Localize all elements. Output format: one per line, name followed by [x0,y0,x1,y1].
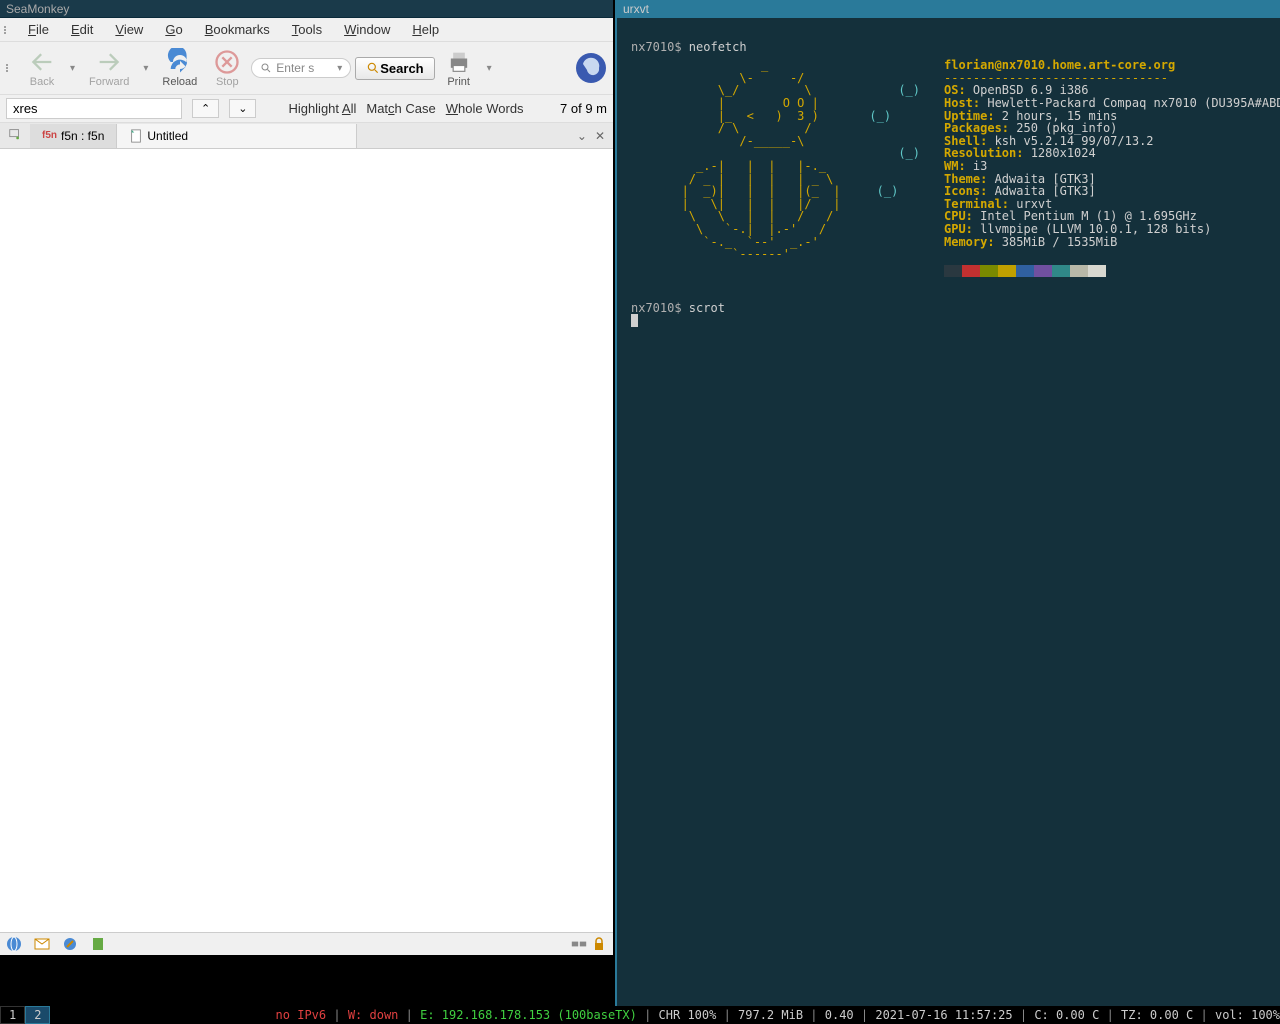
menu-bookmarks[interactable]: Bookmarks [195,20,280,39]
mail-icon[interactable] [34,936,50,952]
stop-label: Stop [216,76,239,88]
back-dropdown[interactable]: ▾ [66,63,79,74]
stop-button[interactable]: Stop [207,46,247,90]
window-title: SeaMonkey [0,0,613,18]
reload-button[interactable]: Reload [156,46,203,90]
reload-icon [166,48,194,76]
command: scrot [689,301,725,315]
find-prev[interactable]: ⌃ [192,99,219,118]
toolbar: Back ▾ Forward ▾ Reload Stop Enter s ▾ S… [0,42,613,95]
menu-view[interactable]: View [105,20,153,39]
print-icon [445,48,473,76]
i3bar: 1 2 no IPv6 | W: down | E: 192.168.178.1… [0,1006,1280,1024]
search-icon [260,62,272,74]
find-next[interactable]: ⌄ [229,99,256,118]
workspace-1[interactable]: 1 [0,1006,25,1024]
search-icon [366,61,380,75]
tab-label: Untitled [147,129,188,143]
prompt: nx7010$ [631,301,689,315]
plug-icon [571,936,587,952]
findbar: ⌃ ⌄ Highlight All Match Case Whole Words… [0,95,613,123]
match-case[interactable]: Match Case [366,101,435,116]
addressbook-icon[interactable] [90,936,106,952]
print-label: Print [447,76,470,88]
grip-handle[interactable] [6,64,14,72]
tab-untitled[interactable]: Untitled [117,124,357,148]
forward-button[interactable]: Forward [83,46,135,90]
forward-icon [95,48,123,76]
back-button[interactable]: Back [22,46,62,90]
forward-label: Forward [89,76,129,88]
workspace-2[interactable]: 2 [25,1006,50,1024]
prompt: nx7010$ [631,40,689,54]
f5n-favicon: f5n [42,130,57,141]
tab-close[interactable]: ✕ [595,129,605,143]
menu-file[interactable]: File [18,20,59,39]
menu-edit[interactable]: Edit [61,20,103,39]
url-placeholder: Enter s [276,61,314,75]
composer-icon[interactable] [62,936,78,952]
urxvt-window: urxvt nx7010$ neofetch _ \- -/ \_/ \ (_)… [615,0,1280,1006]
print-button[interactable]: Print [439,46,479,90]
whole-words[interactable]: Whole Words [446,101,524,116]
back-icon [28,48,56,76]
window-title: urxvt [617,0,1280,18]
print-dropdown[interactable]: ▾ [483,63,496,74]
menu-help[interactable]: Help [402,20,449,39]
search-label: Search [380,61,423,76]
tab-label: f5n : f5n [61,129,104,143]
lock-icon [591,936,607,952]
stop-icon [213,48,241,76]
seamonkey-logo-icon [575,52,607,84]
menu-go[interactable]: Go [155,20,192,39]
seamonkey-window: SeaMonkey File Edit View Go Bookmarks To… [0,0,613,955]
neofetch-ascii: _ \- -/ \_/ \ (_) | O O | |_ < ) 3 ) (_)… [631,59,920,261]
menu-window[interactable]: Window [334,20,400,39]
search-button[interactable]: Search [355,57,434,80]
statusbar [0,932,613,955]
forward-dropdown[interactable]: ▾ [139,63,152,74]
statusline: no IPv6 | W: down | E: 192.168.178.153 (… [276,1008,1280,1022]
new-tab-icon [8,127,22,141]
page-icon [129,129,143,143]
url-bar[interactable]: Enter s ▾ [251,58,351,78]
reload-label: Reload [162,76,197,88]
find-count: 7 of 9 m [560,101,607,116]
grip-handle[interactable] [4,20,12,39]
command: neofetch [689,40,747,54]
new-tab-button[interactable] [0,123,30,148]
find-input[interactable] [6,98,182,119]
navigator-icon[interactable] [6,936,22,952]
url-dropdown-icon[interactable]: ▾ [337,63,342,74]
menu-tools[interactable]: Tools [282,20,332,39]
content-area [0,149,613,932]
tabstrip: f5n f5n : f5n Untitled ⌄ ✕ [0,123,613,149]
cursor [631,314,638,327]
tab-list-dropdown[interactable]: ⌄ [577,129,587,143]
terminal[interactable]: nx7010$ neofetch _ \- -/ \_/ \ (_) | O O… [617,18,1280,1006]
neofetch-info: florian@nx7010.home.art-core.org -------… [944,59,1280,277]
highlight-all[interactable]: Highlight All [288,101,356,116]
back-label: Back [30,76,54,88]
tab-f5n[interactable]: f5n f5n : f5n [30,124,117,148]
menubar: File Edit View Go Bookmarks Tools Window… [0,18,613,42]
